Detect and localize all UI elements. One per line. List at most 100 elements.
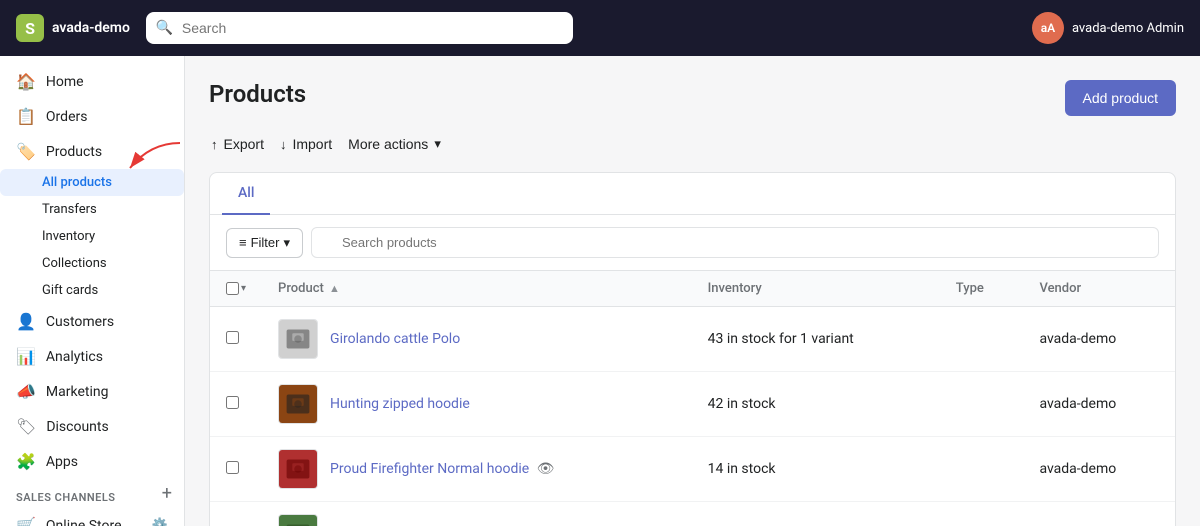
th-product: Product ▲ bbox=[262, 271, 692, 307]
analytics-icon: 📊 bbox=[16, 347, 36, 366]
export-button[interactable]: ↑ Export bbox=[209, 132, 266, 156]
row-type-cell bbox=[940, 502, 1024, 526]
row-checkbox[interactable] bbox=[226, 461, 239, 474]
search-input[interactable] bbox=[146, 12, 573, 44]
select-all-checkbox[interactable] bbox=[226, 282, 239, 295]
action-bar: ↑ Export ↓ Import More actions ▾ bbox=[209, 132, 1176, 156]
sidebar-item-products[interactable]: 🏷️ Products bbox=[0, 134, 184, 169]
orders-icon: 📋 bbox=[16, 107, 36, 126]
filters-row: ≡ Filter ▾ 🔍 bbox=[210, 215, 1175, 271]
sidebar-item-label: Apps bbox=[46, 454, 78, 470]
row-checkbox[interactable] bbox=[226, 331, 239, 344]
row-checkbox[interactable] bbox=[226, 396, 239, 409]
product-thumbnail bbox=[278, 514, 318, 526]
sidebar-subitem-transfers[interactable]: Transfers bbox=[0, 196, 184, 223]
sidebar-item-label: Products bbox=[46, 144, 102, 160]
tabs-row: All bbox=[210, 173, 1175, 215]
sidebar-item-label: Discounts bbox=[46, 419, 108, 435]
product-name-link[interactable]: Girolando cattle Polo bbox=[330, 331, 460, 347]
sidebar-item-orders[interactable]: 📋 Orders bbox=[0, 99, 184, 134]
row-product-cell: Girolando cattle Polo bbox=[262, 307, 692, 372]
store-icon: 🛒 bbox=[16, 516, 36, 526]
brand-name: avada-demo bbox=[52, 20, 130, 36]
row-type-cell bbox=[940, 307, 1024, 372]
more-actions-button[interactable]: More actions ▾ bbox=[346, 132, 443, 156]
product-thumbnail bbox=[278, 384, 318, 424]
sidebar-item-label: Customers bbox=[46, 314, 114, 330]
sidebar-item-label: Marketing bbox=[46, 384, 109, 400]
add-product-button[interactable]: Add product bbox=[1065, 80, 1177, 116]
row-inventory-cell: 42 in stock bbox=[692, 372, 940, 437]
table-row: Turkey hunter T-Shirt 12 in stock avada-… bbox=[210, 502, 1175, 526]
sales-channels-section: SALES CHANNELS + bbox=[0, 479, 184, 508]
th-checkbox: ▾ bbox=[210, 271, 262, 307]
import-icon: ↓ bbox=[280, 137, 287, 152]
search-icon: 🔍 bbox=[156, 20, 173, 36]
sidebar-item-online-store[interactable]: 🛒 Online Store ⚙️ bbox=[0, 508, 184, 526]
th-type: Type bbox=[940, 271, 1024, 307]
th-inventory: Inventory bbox=[692, 271, 940, 307]
checkbox-chevron-icon[interactable]: ▾ bbox=[241, 283, 246, 294]
export-icon: ↑ bbox=[211, 137, 218, 152]
sort-icon[interactable]: ▲ bbox=[329, 282, 340, 295]
user-menu[interactable]: aA avada-demo Admin bbox=[1032, 12, 1184, 44]
customers-icon: 👤 bbox=[16, 312, 36, 331]
visibility-icon: 👁 bbox=[537, 461, 555, 477]
sidebar-subitem-inventory[interactable]: Inventory bbox=[0, 223, 184, 250]
filter-button[interactable]: ≡ Filter ▾ bbox=[226, 228, 303, 258]
sidebar-item-discounts[interactable]: 🏷 Discounts bbox=[0, 409, 184, 444]
sidebar-subitem-all-products[interactable]: All products bbox=[0, 169, 184, 196]
tab-all[interactable]: All bbox=[222, 173, 270, 215]
online-store-label: Online Store bbox=[46, 518, 122, 526]
sidebar-item-apps[interactable]: 🧩 Apps bbox=[0, 444, 184, 479]
sidebar-item-home[interactable]: 🏠 Home bbox=[0, 64, 184, 99]
search-products-input[interactable] bbox=[311, 227, 1159, 258]
sidebar-item-label: Home bbox=[46, 74, 84, 90]
row-product-cell: Proud Firefighter Normal hoodie 👁 bbox=[262, 437, 692, 502]
row-vendor-cell: avada-demo bbox=[1023, 372, 1175, 437]
th-vendor: Vendor bbox=[1023, 271, 1175, 307]
row-checkbox-cell bbox=[210, 502, 262, 526]
product-name-link[interactable]: Hunting zipped hoodie bbox=[330, 396, 470, 412]
page-title: Products bbox=[209, 80, 306, 108]
row-vendor-cell: avada-demo bbox=[1023, 307, 1175, 372]
sidebar-item-marketing[interactable]: 📣 Marketing bbox=[0, 374, 184, 409]
sidebar-subitem-gift-cards[interactable]: Gift cards bbox=[0, 277, 184, 304]
row-vendor-cell: avada-demo bbox=[1023, 437, 1175, 502]
discounts-icon: 🏷 bbox=[16, 417, 36, 436]
row-product-cell: Turkey hunter T-Shirt bbox=[262, 502, 692, 526]
sidebar-item-label: Orders bbox=[46, 109, 88, 125]
main-content: Products Add product ↑ Export ↓ Import M… bbox=[185, 56, 1200, 526]
row-vendor-cell: avada-demo bbox=[1023, 502, 1175, 526]
product-thumbnail bbox=[278, 319, 318, 359]
sidebar-item-label: Analytics bbox=[46, 349, 103, 365]
products-card: All ≡ Filter ▾ 🔍 bbox=[209, 172, 1176, 526]
import-button[interactable]: ↓ Import bbox=[278, 132, 334, 156]
table-header-row: ▾ Product ▲ Inventory Type Vendor bbox=[210, 271, 1175, 307]
product-name-link[interactable]: Proud Firefighter Normal hoodie 👁 bbox=[330, 461, 554, 477]
row-checkbox-cell bbox=[210, 307, 262, 372]
apps-icon: 🧩 bbox=[16, 452, 36, 471]
settings-icon[interactable]: ⚙️ bbox=[152, 518, 168, 526]
sidebar-subitem-collections[interactable]: Collections bbox=[0, 250, 184, 277]
shopify-icon: S bbox=[16, 14, 44, 42]
products-icon: 🏷️ bbox=[16, 142, 36, 161]
table-row: Girolando cattle Polo 43 in stock for 1 … bbox=[210, 307, 1175, 372]
page-header: Products Add product bbox=[209, 80, 1176, 116]
row-product-cell: Hunting zipped hoodie bbox=[262, 372, 692, 437]
table-row: Proud Firefighter Normal hoodie 👁 14 in … bbox=[210, 437, 1175, 502]
sidebar-item-customers[interactable]: 👤 Customers bbox=[0, 304, 184, 339]
add-sales-channel-button[interactable]: + bbox=[162, 485, 172, 503]
products-submenu: All products Transfers Inventory Collect… bbox=[0, 169, 184, 304]
sidebar-item-analytics[interactable]: 📊 Analytics bbox=[0, 339, 184, 374]
search-products-wrap: 🔍 bbox=[311, 227, 1159, 258]
marketing-icon: 📣 bbox=[16, 382, 36, 401]
brand-logo[interactable]: S avada-demo bbox=[16, 14, 130, 42]
search-bar: 🔍 bbox=[146, 12, 573, 44]
row-type-cell bbox=[940, 372, 1024, 437]
top-navigation: S avada-demo 🔍 aA avada-demo Admin bbox=[0, 0, 1200, 56]
avatar: aA bbox=[1032, 12, 1064, 44]
table-row: Hunting zipped hoodie 42 in stock avada-… bbox=[210, 372, 1175, 437]
sidebar: 🏠 Home 📋 Orders 🏷️ Products All products… bbox=[0, 56, 185, 526]
chevron-down-icon: ▾ bbox=[434, 136, 441, 152]
